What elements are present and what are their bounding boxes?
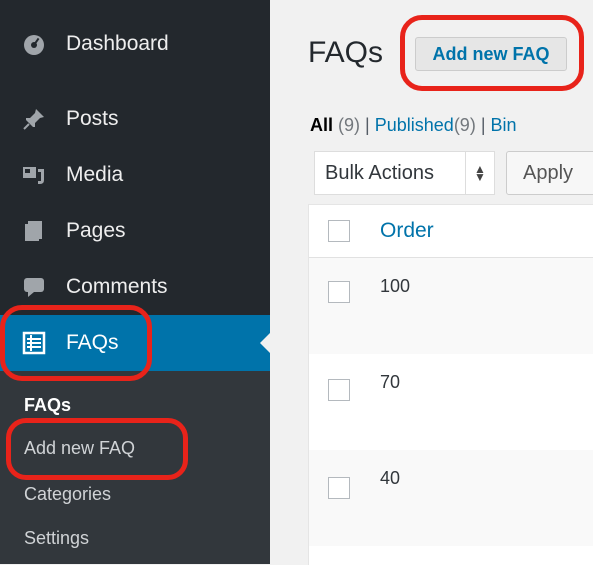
table-row: 40: [309, 450, 593, 546]
order-value: 100: [380, 276, 411, 296]
sidebar-item-label: Pages: [66, 219, 126, 242]
sidebar-item-label: FAQs: [66, 331, 119, 354]
filter-bin[interactable]: Bin: [491, 115, 517, 135]
sidebar-item-dashboard[interactable]: Dashboard: [0, 16, 270, 72]
select-all-checkbox[interactable]: [328, 220, 350, 242]
sidebar-item-label: Comments: [66, 275, 168, 298]
table-row: 100: [309, 258, 593, 354]
faq-table: Order 100 70 40: [308, 204, 593, 565]
admin-sidebar: Dashboard Posts Media Pages Comments FAQ…: [0, 0, 270, 564]
filter-published-count: (9): [453, 115, 476, 135]
sidebar-item-label: Dashboard: [66, 32, 169, 55]
status-filters: All (9) | Published(9) | Bin: [310, 115, 517, 136]
submenu-item-categories[interactable]: Categories: [24, 484, 111, 505]
list-icon: [22, 331, 46, 355]
comment-icon: [22, 275, 46, 299]
sidebar-item-faqs[interactable]: FAQs: [0, 315, 270, 371]
sidebar-item-comments[interactable]: Comments: [0, 259, 270, 315]
media-icon: [22, 163, 46, 187]
active-indicator: [260, 333, 270, 353]
row-checkbox[interactable]: [328, 477, 350, 499]
column-header-order[interactable]: Order: [380, 219, 434, 243]
table-row: 70: [309, 354, 593, 450]
filter-separator: |: [365, 115, 370, 135]
filter-all[interactable]: All: [310, 115, 333, 135]
page-title: FAQs: [308, 36, 384, 69]
row-checkbox[interactable]: [328, 281, 350, 303]
filter-all-count: (9): [338, 115, 361, 135]
submenu-item-add-new-faq[interactable]: Add new FAQ: [24, 438, 135, 459]
dashboard-icon: [22, 32, 46, 56]
bulk-actions-label: Bulk Actions: [325, 161, 434, 184]
sidebar-item-pages[interactable]: Pages: [0, 203, 270, 259]
pages-icon: [22, 219, 46, 243]
row-checkbox[interactable]: [328, 379, 350, 401]
add-new-faq-button[interactable]: Add new FAQ: [415, 37, 567, 71]
table-header: Order: [309, 205, 593, 258]
main-content: FAQs Add new FAQ All (9) | Published(9) …: [270, 0, 593, 565]
sidebar-item-label: Posts: [66, 107, 119, 130]
filter-published[interactable]: Published: [375, 115, 454, 135]
order-value: 70: [380, 372, 401, 392]
submenu-item-faqs[interactable]: FAQs: [24, 395, 71, 416]
select-arrows-icon: ▲ ▼: [465, 152, 494, 194]
sidebar-item-media[interactable]: Media: [0, 147, 270, 203]
filter-separator: |: [480, 115, 486, 135]
apply-button[interactable]: Apply: [506, 151, 593, 195]
order-value: 40: [380, 468, 401, 488]
sidebar-item-label: Media: [66, 163, 124, 186]
bulk-actions-select[interactable]: Bulk Actions ▲ ▼: [314, 151, 495, 195]
pin-icon: [22, 107, 46, 131]
sidebar-item-posts[interactable]: Posts: [0, 91, 270, 147]
faqs-submenu: FAQs Add new FAQ Categories Settings: [0, 371, 270, 564]
submenu-item-settings[interactable]: Settings: [24, 528, 89, 549]
